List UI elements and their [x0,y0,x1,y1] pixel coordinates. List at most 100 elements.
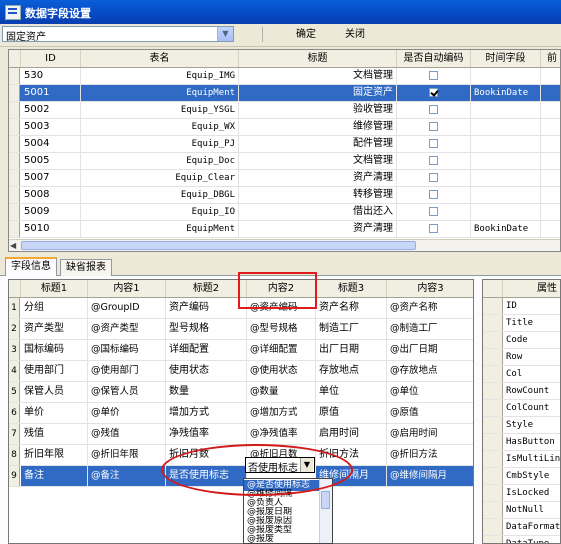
cell-content1[interactable]: @保管人员 [88,382,166,402]
row-indicator[interactable] [9,170,20,186]
cell-content3[interactable]: @单位 [387,382,473,402]
table-row[interactable]: 5001 EquipMent 固定资产 BookinDate [9,85,560,102]
table-row[interactable]: 530 Equip_IMG 文档管理 [9,68,560,85]
table-row[interactable]: 5010 EquipMent 资产清理 BookinDate [9,221,560,238]
auto-code-checkbox[interactable] [429,121,438,131]
cell-title2[interactable]: 增加方式 [166,403,247,423]
cell-content3[interactable]: @制造工厂 [387,319,473,339]
table-row[interactable]: 8 折旧年限 @折旧年限 折旧月数 @折旧月数 折旧方法 @折旧方法 [9,445,473,466]
auto-code-checkbox[interactable] [429,206,438,216]
table-row[interactable]: 2 资产类型 @资产类型 型号规格 @型号规格 制造工厂 @制造工厂 [9,319,473,340]
property-row[interactable]: ColCount [483,400,560,417]
auto-code-checkbox[interactable] [429,87,438,97]
property-row[interactable]: ID [483,298,560,315]
cell-content1[interactable]: @使用部门 [88,361,166,381]
cell-title1[interactable]: 备注 [21,466,88,486]
cell-title3[interactable]: 制造工厂 [316,319,387,339]
cell-content3[interactable]: @存放地点 [387,361,473,381]
auto-code-checkbox[interactable] [429,189,438,199]
property-row[interactable]: IsLocked [483,485,560,502]
cell-content1[interactable]: @残值 [88,424,166,444]
cell-title3[interactable]: 折旧方法 [316,445,387,465]
cell-title1[interactable]: 单价 [21,403,88,423]
auto-code-checkbox[interactable] [429,223,438,233]
cell-title2[interactable]: 是否使用标志 [166,466,247,486]
header-col-5[interactable]: 标题3 [316,280,387,297]
row-indicator[interactable] [9,136,20,152]
cell-content1[interactable]: @GroupID [88,298,166,318]
dropdown-scroll-thumb[interactable] [321,491,330,509]
table-row[interactable]: 4 使用部门 @使用部门 使用状态 @使用状态 存放地点 @存放地点 [9,361,473,382]
property-row[interactable]: HasButton [483,434,560,451]
cell-title1[interactable]: 残值 [21,424,88,444]
table-row[interactable]: 5005 Equip_Doc 文档管理 [9,153,560,170]
auto-code-checkbox[interactable] [429,155,438,165]
dropdown-scrollbar[interactable] [319,479,332,543]
cell-title2[interactable]: 型号规格 [166,319,247,339]
table-list-grid[interactable]: ID 表名 标题 是否自动编码 时间字段 前 530 Equip_IMG 文档管理 5… [8,49,561,252]
cell-content1[interactable]: @折旧年限 [88,445,166,465]
cell-title3[interactable]: 存放地点 [316,361,387,381]
header-col-1[interactable]: 标题1 [21,280,88,297]
cell-content3[interactable]: @出厂日期 [387,340,473,360]
header-prefix[interactable]: 前 [541,50,560,67]
table-row[interactable]: 9 备注 @备注 是否使用标志 维修间隔月 @维修间隔月 [9,466,473,487]
cell-title2[interactable]: 详细配置 [166,340,247,360]
property-row[interactable]: Style [483,417,560,434]
header-col-2[interactable]: 内容1 [88,280,166,297]
cell-content2[interactable]: @使用状态 [247,361,316,381]
header-time-field[interactable]: 时间字段 [471,50,541,67]
row-indicator[interactable] [9,68,20,84]
cell-content2[interactable]: @型号规格 [247,319,316,339]
upper-hscrollbar[interactable]: ◀ [9,239,560,251]
header-col-4[interactable]: 内容2 [247,280,316,297]
auto-code-checkbox[interactable] [429,70,438,80]
cell-title2[interactable]: 资产编码 [166,298,247,318]
table-row[interactable]: 3 国标编码 @国标编码 详细配置 @详细配置 出厂日期 @出厂日期 [9,340,473,361]
cell-title3[interactable]: 单位 [316,382,387,402]
cell-title2[interactable]: 净残值率 [166,424,247,444]
row-indicator[interactable] [9,187,20,203]
table-row[interactable]: 1 分组 @GroupID 资产编码 @资产编码 资产名称 @资产名称 [9,298,473,319]
header-table[interactable]: 表名 [81,50,239,67]
row-indicator[interactable] [9,102,20,118]
cell-content1[interactable]: @资产类型 [88,319,166,339]
scroll-left-icon[interactable]: ◀ [10,240,16,251]
header-id[interactable]: ID [21,50,81,67]
property-row[interactable]: Row [483,349,560,366]
table-row[interactable]: 5008 Equip_DBGL 转移管理 [9,187,560,204]
cell-content3[interactable]: @资产名称 [387,298,473,318]
cell-content1[interactable]: @单价 [88,403,166,423]
cell-title3[interactable]: 资产名称 [316,298,387,318]
auto-code-checkbox[interactable] [429,138,438,148]
table-row[interactable]: 5 保管人员 @保管人员 数量 @数量 单位 @单位 [9,382,473,403]
property-row[interactable]: DataFormat [483,519,560,536]
cell-content3[interactable]: @启用时间 [387,424,473,444]
property-row[interactable]: RowCount [483,383,560,400]
auto-code-checkbox[interactable] [429,172,438,182]
cell-content3[interactable]: @折旧方法 [387,445,473,465]
close-button[interactable]: 关闭 [337,27,373,42]
property-row[interactable]: DataType [483,536,560,543]
cell-content1[interactable]: @国标编码 [88,340,166,360]
cell-content2[interactable]: @数量 [247,382,316,402]
property-row[interactable]: NotNull [483,502,560,519]
auto-code-checkbox[interactable] [429,104,438,114]
cell-title3[interactable]: 启用时间 [316,424,387,444]
property-row[interactable]: Col [483,366,560,383]
row-indicator[interactable] [9,153,20,169]
cell-content3[interactable]: @原值 [387,403,473,423]
ok-button[interactable]: 确定 [288,27,324,42]
cell-content2[interactable]: @详细配置 [247,340,316,360]
category-combo[interactable]: 固定资产 ▼ [2,26,234,43]
cell-content2[interactable]: @资产编码 [247,298,316,318]
cell-title3[interactable]: 原值 [316,403,387,423]
chevron-down-icon[interactable]: ▼ [300,458,313,472]
field-grid[interactable]: 标题1 内容1 标题2 内容2 标题3 内容3 1 分组 @GroupID 资产编码 @资产编码资… [8,279,474,544]
chevron-down-icon[interactable]: ▼ [217,27,233,41]
dropdown-option[interactable]: @报废 [244,534,320,543]
table-row[interactable]: 6 单价 @单价 增加方式 @增加方式 原值 @原值 [9,403,473,424]
cell-title1[interactable]: 使用部门 [21,361,88,381]
tab-field-info[interactable]: 字段信息 [5,257,57,276]
table-row[interactable]: 5003 Equip_WX 维修管理 [9,119,560,136]
